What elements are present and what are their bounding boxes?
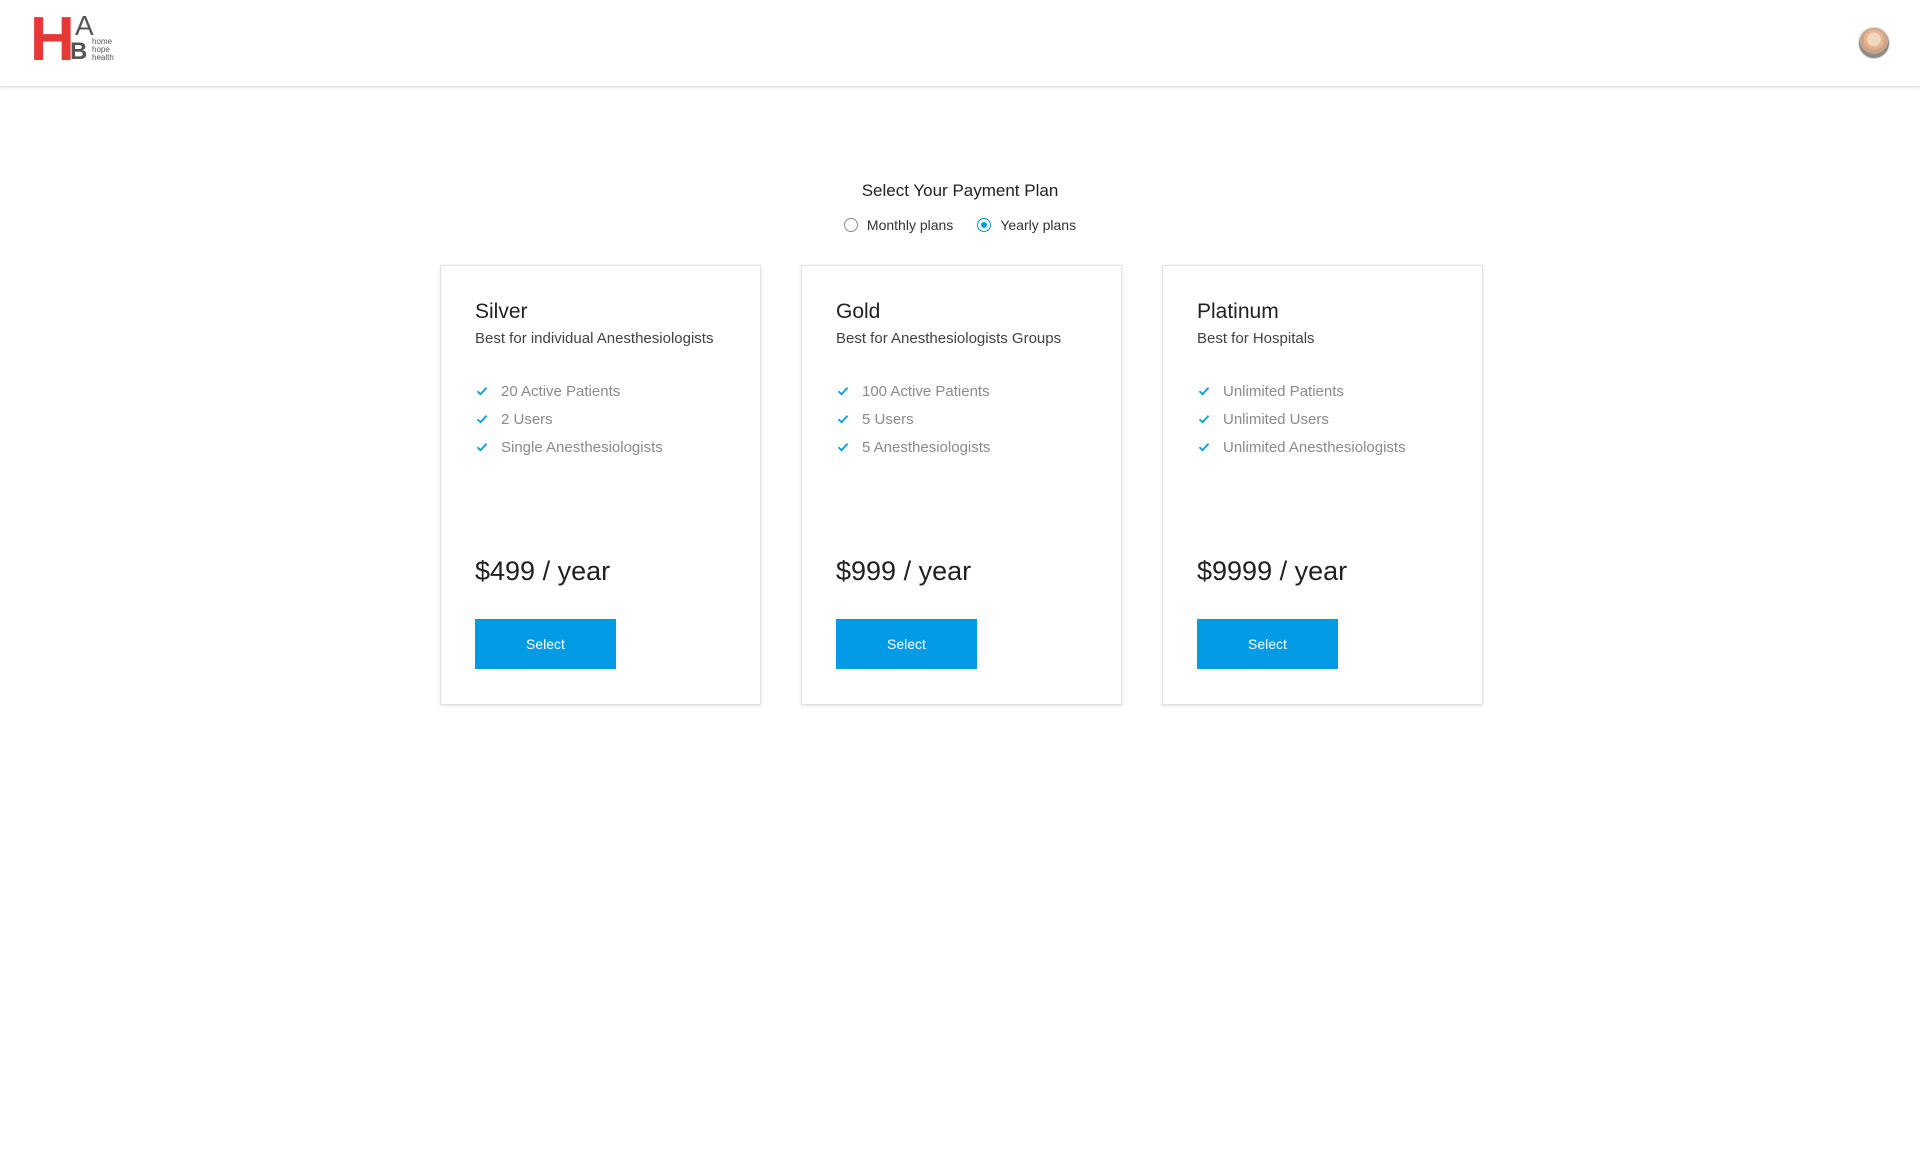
check-icon	[1198, 387, 1210, 396]
plan-feature-label: 2 Users	[501, 410, 553, 428]
select-gold-button[interactable]: Select	[836, 619, 977, 669]
plan-feature-label: Single Anesthesiologists	[501, 438, 663, 456]
logo-tagline: home hope health	[92, 38, 114, 62]
plan-feature: Unlimited Users	[1197, 405, 1452, 433]
check-icon	[837, 443, 849, 452]
plan-price: $9999 / year	[1197, 556, 1348, 586]
monthly-radio-icon[interactable]	[843, 218, 858, 232]
check-icon	[837, 415, 849, 424]
yearly-plans-option[interactable]: Yearly plans	[977, 217, 1076, 233]
plan-price: $999 / year	[836, 556, 972, 586]
monthly-plans-label: Monthly plans	[866, 217, 954, 233]
plan-feature: Unlimited Patients	[1197, 377, 1452, 405]
plan-description: Best for Anesthesiologists Groups	[836, 330, 1062, 347]
check-icon	[476, 443, 488, 452]
select-platinum-button[interactable]: Select	[1197, 619, 1338, 669]
plan-feature-label: 5 Users	[862, 410, 914, 428]
check-icon	[837, 387, 849, 396]
plan-feature-list: 100 Active Patients 5 Users 5 Anesthesio…	[836, 377, 1091, 461]
logo-letter-b: B	[70, 38, 88, 65]
plan-feature-label: 5 Anesthesiologists	[862, 438, 991, 456]
plan-feature: Single Anesthesiologists	[475, 433, 730, 461]
plan-feature-list: Unlimited Patients Unlimited Users Unlim…	[1197, 377, 1452, 461]
plan-name: Platinum	[1197, 300, 1279, 323]
yearly-radio-icon[interactable]	[977, 218, 992, 232]
user-avatar-icon[interactable]	[1858, 27, 1890, 59]
brand-logo[interactable]: H A B home hope health	[30, 5, 122, 74]
logo-tagline-health: health	[92, 53, 114, 62]
monthly-plans-option[interactable]: Monthly plans	[843, 217, 954, 233]
plan-description: Best for Hospitals	[1197, 330, 1315, 347]
plan-feature: 100 Active Patients	[836, 377, 1091, 405]
plan-card-gold: Gold Best for Anesthesiologists Groups 1…	[801, 265, 1122, 705]
plan-feature-label: 100 Active Patients	[862, 382, 990, 400]
plan-feature: Unlimited Anesthesiologists	[1197, 433, 1452, 461]
plan-description: Best for individual Anesthesiologists	[475, 330, 714, 347]
plan-name: Gold	[836, 300, 881, 323]
plan-feature-label: 20 Active Patients	[501, 382, 621, 400]
top-app-bar: H A B home hope health	[0, 0, 1920, 87]
plan-feature-label: Unlimited Patients	[1223, 382, 1344, 400]
plan-cards: Silver Best for individual Anesthesiolog…	[440, 265, 1483, 705]
plan-feature: 5 Anesthesiologists	[836, 433, 1091, 461]
select-silver-button[interactable]: Select	[475, 619, 616, 669]
logo-letter-h: H	[30, 5, 75, 74]
plan-card-silver: Silver Best for individual Anesthesiolog…	[440, 265, 761, 705]
check-icon	[1198, 443, 1210, 452]
plan-feature-list: 20 Active Patients 2 Users Single Anesth…	[475, 377, 730, 461]
plan-price: $499 / year	[475, 556, 611, 586]
plan-feature: 5 Users	[836, 405, 1091, 433]
plan-card-platinum: Platinum Best for Hospitals Unlimited Pa…	[1162, 265, 1483, 705]
plan-feature-label: Unlimited Anesthesiologists	[1223, 438, 1406, 456]
check-icon	[476, 387, 488, 396]
plan-feature: 20 Active Patients	[475, 377, 730, 405]
plan-name: Silver	[475, 300, 528, 323]
check-icon	[1198, 415, 1210, 424]
page-title: Select Your Payment Plan	[861, 181, 1059, 200]
plan-feature-label: Unlimited Users	[1223, 410, 1329, 428]
check-icon	[476, 415, 488, 424]
logo-letter-a: A	[75, 10, 94, 41]
plan-feature: 2 Users	[475, 405, 730, 433]
yearly-plans-label: Yearly plans	[1000, 217, 1077, 233]
billing-period-toggle: Monthly plans Yearly plans	[0, 217, 1920, 233]
